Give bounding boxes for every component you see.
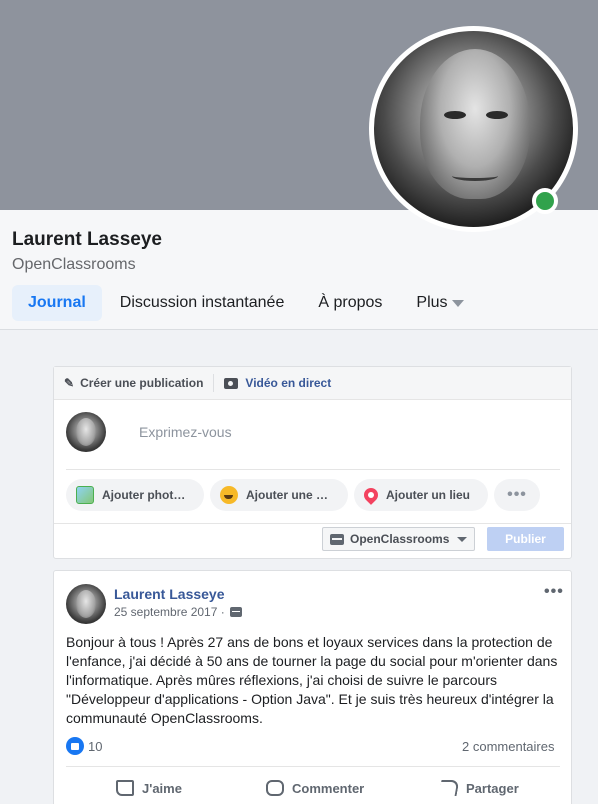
- post-text: Bonjour à tous ! Après 27 ans de bons et…: [66, 634, 558, 726]
- share-button[interactable]: Partager: [438, 780, 519, 796]
- profile-tabs: Journal Discussion instantanée À propos …: [12, 285, 482, 321]
- post-author[interactable]: Laurent Lasseye: [114, 586, 225, 602]
- privacy-icon: [229, 607, 242, 617]
- photo-icon: [76, 486, 94, 504]
- add-feeling-button[interactable]: Ajouter une …: [210, 479, 348, 511]
- add-feeling-label: Ajouter une …: [246, 488, 329, 502]
- emoji-icon: [220, 486, 238, 504]
- comments-count[interactable]: 2 commentaires: [462, 739, 554, 754]
- more-options-button[interactable]: •••: [494, 479, 540, 511]
- briefcase-icon: [330, 533, 344, 545]
- thumbs-up-icon: [116, 780, 134, 796]
- reactions-summary[interactable]: 10: [66, 737, 102, 755]
- composer-avatar[interactable]: [66, 412, 106, 452]
- audience-label: OpenClassrooms: [350, 532, 450, 546]
- post-composer: ✎ Créer une publication Vidéo en direct …: [53, 366, 572, 559]
- add-photo-button[interactable]: Ajouter phot…: [66, 479, 204, 511]
- comment-icon: [266, 780, 284, 796]
- likes-count: 10: [88, 738, 103, 754]
- divider: [66, 469, 560, 470]
- profile-name[interactable]: Laurent Lasseye: [12, 229, 162, 251]
- video-camera-icon: [224, 377, 239, 389]
- like-button[interactable]: J'aime: [116, 780, 182, 796]
- post-date[interactable]: 25 septembre 2017 ·: [114, 605, 242, 619]
- online-status-icon: [532, 188, 558, 214]
- pencil-icon: ✎: [64, 376, 75, 390]
- location-pin-icon: [361, 485, 381, 505]
- tab-plus[interactable]: Plus: [400, 285, 479, 321]
- chevron-down-icon: [457, 536, 467, 542]
- comment-button[interactable]: Commenter: [266, 780, 364, 796]
- tab-journal[interactable]: Journal: [12, 285, 102, 321]
- tab-a-propos[interactable]: À propos: [302, 285, 398, 321]
- divider: [54, 523, 571, 524]
- chevron-down-icon: [451, 299, 464, 307]
- comment-label: Commenter: [292, 780, 365, 796]
- post-options-button[interactable]: •••: [544, 583, 564, 601]
- like-icon: [66, 737, 84, 755]
- share-icon: [438, 780, 460, 796]
- publish-button[interactable]: Publier: [487, 527, 564, 551]
- composer-input[interactable]: Exprimez-vous: [139, 424, 232, 440]
- share-label: Partager: [466, 780, 519, 796]
- post-card: Laurent Lasseye 25 septembre 2017 · ••• …: [53, 570, 572, 804]
- add-location-label: Ajouter un lieu: [386, 488, 470, 502]
- add-photo-label: Ajouter phot…: [102, 488, 186, 502]
- live-video-label: Vidéo en direct: [245, 376, 332, 390]
- like-label: J'aime: [142, 780, 182, 796]
- profile-subtitle[interactable]: OpenClassrooms: [12, 256, 136, 274]
- live-video-tab[interactable]: Vidéo en direct: [213, 374, 331, 392]
- composer-header: ✎ Créer une publication Vidéo en direct: [54, 367, 571, 400]
- tab-discussion[interactable]: Discussion instantanée: [104, 285, 301, 321]
- audience-selector[interactable]: OpenClassrooms: [322, 527, 475, 551]
- create-post-tab[interactable]: ✎ Créer une publication: [64, 376, 203, 390]
- post-author-avatar[interactable]: [66, 584, 106, 624]
- divider: [66, 766, 560, 767]
- post-date-label: 25 septembre 2017 ·: [114, 605, 225, 619]
- create-post-label: Créer une publication: [80, 376, 204, 390]
- add-location-button[interactable]: Ajouter un lieu: [354, 479, 488, 511]
